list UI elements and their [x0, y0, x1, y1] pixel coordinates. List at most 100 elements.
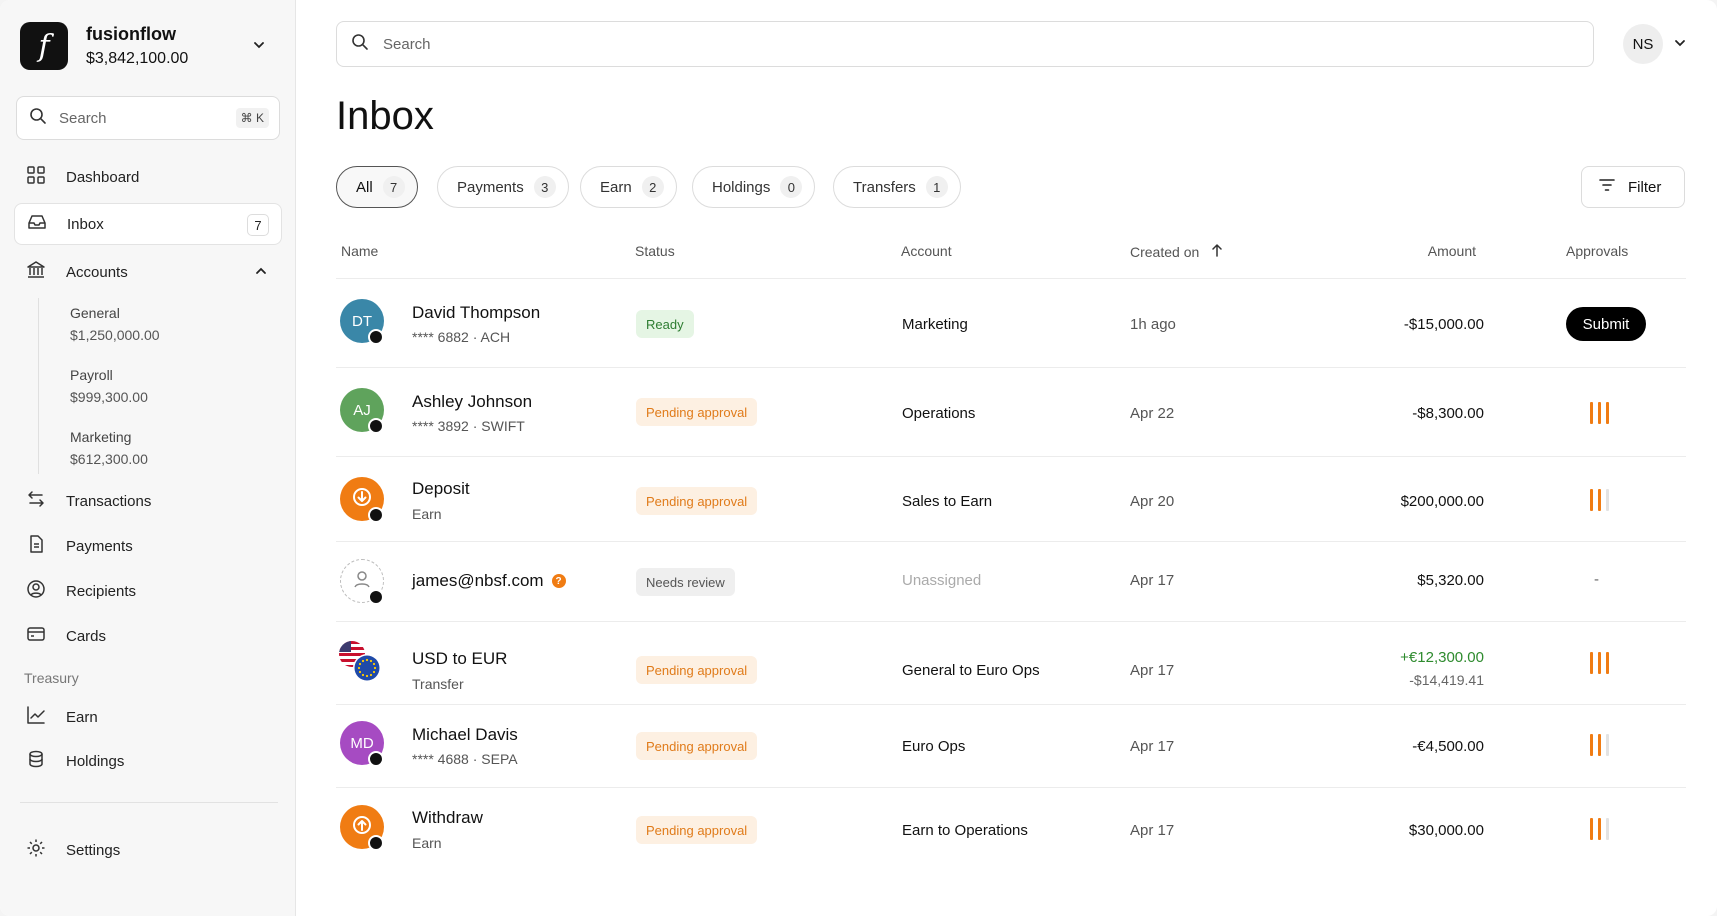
row-date: Apr 17 [1130, 738, 1175, 755]
sidebar-item-label: Dashboard [66, 168, 140, 186]
sidebar-item-earn[interactable]: Earn [14, 696, 282, 738]
payment-method-icon [368, 329, 384, 345]
sidebar-item-label: Earn [66, 708, 98, 726]
bank-icon [26, 260, 46, 284]
row-date: Apr 17 [1130, 662, 1175, 679]
tab-holdings[interactable]: Holdings 0 [692, 166, 816, 208]
status-badge: Needs review [636, 568, 735, 596]
table-row[interactable]: AJ Ashley Johnson **** 3892 · SWIFT Pend… [336, 368, 1686, 456]
approval-progress [1590, 402, 1610, 424]
org-switcher[interactable]: f fusionflow $3,842,100.00 [20, 22, 280, 70]
sidebar-item-dashboard[interactable]: Dashboard [14, 156, 282, 198]
sidebar-item-recipients[interactable]: Recipients [14, 570, 282, 612]
org-balance: $3,842,100.00 [86, 50, 189, 67]
sidebar-item-payments[interactable]: Payments [14, 525, 282, 567]
status-badge: Pending approval [636, 398, 758, 426]
sidebar-item-accounts[interactable]: Accounts [14, 251, 282, 293]
grid-icon [26, 165, 46, 189]
account-balance: $999,300.00 [70, 389, 148, 405]
search-shortcut: ⌘ K [235, 108, 269, 128]
chevron-up-icon[interactable] [254, 264, 268, 282]
row-name: Deposit [412, 479, 470, 498]
approvals-empty: - [1594, 571, 1599, 588]
approval-bar [1598, 734, 1601, 756]
status-badge: Pending approval [636, 656, 758, 684]
sidebar-subitem-marketing[interactable]: Marketing $612,300.00 [70, 426, 148, 470]
page-title: Inbox [336, 94, 434, 138]
row-amount-converted: -$14,419.41 [1409, 672, 1484, 688]
table-row[interactable]: MD Michael Davis **** 4688 · SEPA Pendin… [336, 705, 1686, 787]
tab-count: 3 [533, 176, 556, 198]
sort-ascending-icon[interactable] [1211, 243, 1223, 260]
table-row[interactable]: Withdraw Earn Pending approval Earn to O… [336, 788, 1686, 870]
org-logo: f [20, 22, 68, 70]
sidebar-subitem-general[interactable]: General $1,250,000.00 [70, 302, 160, 346]
approval-bar [1590, 818, 1593, 840]
column-header-account[interactable]: Account [901, 243, 952, 259]
row-account: Operations [902, 405, 976, 422]
sidebar-item-holdings[interactable]: Holdings [14, 740, 282, 782]
status-badge: Ready [636, 310, 694, 338]
table-row[interactable]: Deposit Earn Pending approval Sales to E… [336, 457, 1686, 541]
sidebar-item-label: Holdings [66, 752, 125, 770]
unknown-badge-icon [368, 589, 384, 605]
row-amount: $200,000.00 [1400, 493, 1484, 510]
sidebar-item-cards[interactable]: Cards [14, 615, 282, 657]
tab-payments[interactable]: Payments 3 [437, 166, 569, 208]
tab-count: 0 [780, 176, 803, 198]
table-row[interactable]: james@nbsf.com ? Needs review Unassigned… [336, 542, 1686, 621]
tab-all[interactable]: All 7 [336, 166, 418, 208]
approval-progress [1590, 652, 1610, 674]
app-window: f fusionflow $3,842,100.00 Search ⌘ K Da… [0, 0, 1717, 916]
row-name: David Thompson [412, 303, 541, 322]
table-row[interactable]: DT David Thompson **** 6882 · ACH Ready … [336, 279, 1686, 367]
approval-bar [1606, 734, 1609, 756]
row-amount: +€12,300.00 [1400, 649, 1484, 666]
row-amount: -$8,300.00 [1412, 405, 1484, 422]
inbox-icon [27, 212, 47, 236]
column-header-amount[interactable]: Amount [1426, 243, 1476, 259]
help-icon[interactable]: ? [551, 574, 566, 588]
tab-transfers[interactable]: Transfers 1 [833, 166, 961, 208]
status-badge: Pending approval [636, 487, 758, 515]
table-row[interactable]: USD to EUR Transfer Pending approval Gen… [336, 622, 1686, 704]
submit-button[interactable]: Submit [1566, 307, 1646, 341]
row-date: 1h ago [1130, 316, 1176, 333]
sidebar-item-transactions[interactable]: Transactions [14, 480, 282, 522]
filter-button[interactable]: Filter [1581, 166, 1685, 208]
credit-card-icon [26, 624, 46, 648]
gear-icon [26, 838, 46, 862]
earn-badge-icon [368, 835, 384, 851]
column-header-created[interactable]: Created on [1130, 243, 1223, 260]
treasury-section-label: Treasury [24, 670, 79, 686]
payment-method-icon [368, 751, 384, 767]
row-name: Michael Davis [412, 725, 518, 744]
payment-method-icon [368, 418, 384, 434]
row-date: Apr 20 [1130, 493, 1175, 510]
column-header-approvals: Approvals [1566, 243, 1629, 259]
row-detail: Transfer [412, 676, 464, 692]
search-icon [29, 107, 47, 130]
chevron-down-icon[interactable] [1673, 36, 1687, 55]
chevron-down-icon[interactable] [252, 38, 266, 57]
global-search-input[interactable]: Search [336, 21, 1594, 67]
approval-bar [1606, 652, 1609, 674]
sidebar-item-settings[interactable]: Settings [14, 829, 282, 871]
approval-bar [1606, 818, 1609, 840]
tab-label: Holdings [712, 178, 771, 196]
row-account: Euro Ops [902, 738, 966, 755]
sidebar-divider [20, 802, 278, 803]
sidebar-subitem-payroll[interactable]: Payroll $999,300.00 [70, 364, 148, 408]
account-name: General [70, 305, 120, 321]
user-avatar[interactable]: NS [1623, 24, 1663, 64]
filter-icon [1598, 176, 1616, 198]
row-name: USD to EUR [412, 649, 508, 668]
approval-bar [1590, 734, 1593, 756]
sidebar-item-inbox[interactable]: Inbox 7 [14, 203, 282, 245]
account-name: Marketing [70, 429, 132, 445]
tab-earn[interactable]: Earn 2 [580, 166, 677, 208]
column-header-status[interactable]: Status [635, 243, 675, 259]
column-header-name[interactable]: Name [341, 243, 378, 259]
tab-label: All [356, 178, 373, 196]
sidebar-search-input[interactable]: Search ⌘ K [16, 96, 280, 140]
